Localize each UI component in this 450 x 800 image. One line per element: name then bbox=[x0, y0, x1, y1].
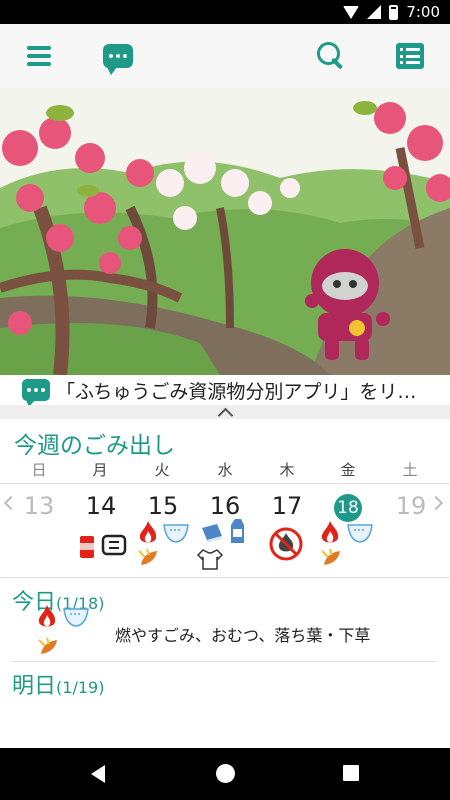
diaper-icon bbox=[347, 524, 373, 543]
menu-button[interactable] bbox=[17, 36, 61, 76]
date-cell[interactable]: 16 bbox=[203, 492, 247, 520]
plum-blossom-illustration bbox=[0, 88, 450, 375]
menu-icon bbox=[27, 46, 51, 66]
today-date-badge[interactable]: 18 bbox=[334, 494, 362, 522]
dow-mon: 月 bbox=[92, 461, 108, 479]
date-cell[interactable]: 15 bbox=[141, 492, 185, 520]
battery-icon bbox=[389, 4, 399, 20]
list-button[interactable] bbox=[388, 36, 432, 76]
dow-thu: 木 bbox=[279, 461, 295, 479]
wifi-icon bbox=[343, 5, 360, 19]
tomorrow-section[interactable]: 明日(1/19) bbox=[12, 662, 437, 742]
fire-icon bbox=[321, 521, 339, 543]
prev-week-arrow-icon[interactable] bbox=[3, 495, 19, 511]
search-icon bbox=[317, 42, 345, 70]
list-icon bbox=[396, 43, 424, 69]
week-title: 今週のごみ出し bbox=[14, 433, 175, 459]
app-bar bbox=[0, 24, 450, 88]
date-cell[interactable]: 17 bbox=[265, 492, 309, 520]
recycle-pet-icon bbox=[101, 534, 127, 556]
tomorrow-date: (1/19) bbox=[56, 678, 105, 697]
week-day-strip: 13 14 15 16 17 18 19 bbox=[0, 483, 450, 578]
fire-icon bbox=[139, 521, 157, 543]
fire-icon bbox=[38, 605, 56, 627]
leaf-icon bbox=[321, 548, 340, 565]
back-icon[interactable] bbox=[91, 765, 105, 783]
date-cell[interactable]: 13 bbox=[17, 492, 61, 520]
banner-image[interactable] bbox=[0, 88, 450, 375]
chat-button[interactable] bbox=[96, 36, 140, 76]
chat-icon bbox=[22, 379, 50, 405]
leaf-icon bbox=[138, 548, 157, 565]
collapse-handle[interactable] bbox=[0, 405, 450, 423]
tomorrow-title: 明日(1/19) bbox=[12, 668, 104, 700]
clothes-icon bbox=[197, 549, 223, 570]
home-icon[interactable] bbox=[216, 764, 235, 783]
today-title: 今日(1/18) bbox=[12, 584, 104, 616]
recents-icon[interactable] bbox=[343, 765, 359, 781]
dow-sat: 土 bbox=[402, 461, 418, 479]
milk-carton-icon bbox=[231, 519, 244, 543]
date-cell[interactable]: 19 bbox=[389, 492, 433, 520]
tomorrow-label: 明日 bbox=[12, 674, 57, 699]
diaper-icon bbox=[63, 608, 89, 627]
system-nav-bar bbox=[0, 748, 450, 800]
ticker-text: 「ふちゅうごみ資源物分別アプリ」をリ… bbox=[56, 380, 417, 403]
book-icon bbox=[202, 524, 222, 543]
leaf-icon bbox=[38, 637, 57, 654]
can-bottle-icon bbox=[80, 536, 94, 558]
today-items: 燃やすごみ、おむつ、落ち葉・下草 bbox=[115, 626, 371, 645]
no-fire-icon bbox=[269, 527, 303, 561]
diaper-icon bbox=[163, 524, 189, 543]
chat-icon bbox=[103, 44, 133, 75]
news-ticker[interactable]: 「ふちゅうごみ資源物分別アプリ」をリ… bbox=[0, 375, 450, 405]
dow-sun: 日 bbox=[31, 461, 47, 479]
search-button[interactable] bbox=[309, 36, 353, 76]
status-time: 7:00 bbox=[406, 3, 440, 21]
signal-icon bbox=[367, 5, 382, 19]
chevron-up-icon bbox=[217, 407, 233, 423]
today-section[interactable]: 今日(1/18) 燃やすごみ、おむつ、落ち葉・下草 bbox=[12, 578, 437, 662]
days-of-week-row: 日 月 火 水 木 金 土 bbox=[0, 459, 450, 483]
dow-fri: 金 bbox=[340, 461, 356, 479]
status-bar: 7:00 bbox=[0, 0, 450, 24]
date-cell[interactable]: 14 bbox=[79, 492, 123, 520]
dow-tue: 火 bbox=[154, 461, 170, 479]
dow-wed: 水 bbox=[217, 461, 233, 479]
